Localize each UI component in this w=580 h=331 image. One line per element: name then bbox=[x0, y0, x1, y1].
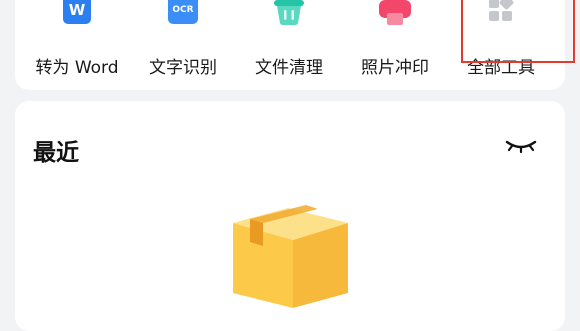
photo-print-icon bbox=[378, 0, 412, 26]
eye-closed-icon[interactable] bbox=[504, 135, 538, 157]
svg-text:OCR: OCR bbox=[172, 5, 193, 15]
tool-convert-word[interactable]: W 转为 Word bbox=[24, 0, 130, 90]
tool-all-tools[interactable]: 全部工具 bbox=[448, 0, 554, 90]
recent-card: 最近 bbox=[15, 101, 565, 331]
tool-label: 照片冲印 bbox=[361, 58, 429, 78]
tool-ocr[interactable]: OCR 文字识别 bbox=[130, 0, 236, 90]
tools-card: W 转为 Word OCR 文字识别 文件清理 照片冲印 全部工具 bbox=[15, 0, 575, 90]
tool-file-clean[interactable]: 文件清理 bbox=[236, 0, 342, 90]
file-clean-basket-icon bbox=[272, 0, 306, 26]
tool-label: 文字识别 bbox=[149, 58, 217, 78]
all-tools-grid-icon bbox=[484, 0, 518, 26]
tool-photo-print[interactable]: 照片冲印 bbox=[342, 0, 448, 90]
svg-text:W: W bbox=[69, 1, 86, 19]
word-convert-icon: W bbox=[60, 0, 94, 26]
tool-label: 转为 Word bbox=[35, 58, 119, 78]
tool-label: 文件清理 bbox=[255, 58, 323, 78]
ocr-icon: OCR bbox=[166, 0, 200, 26]
tool-label: 全部工具 bbox=[467, 58, 535, 78]
recent-title: 最近 bbox=[33, 140, 79, 166]
empty-box-icon bbox=[228, 198, 353, 308]
